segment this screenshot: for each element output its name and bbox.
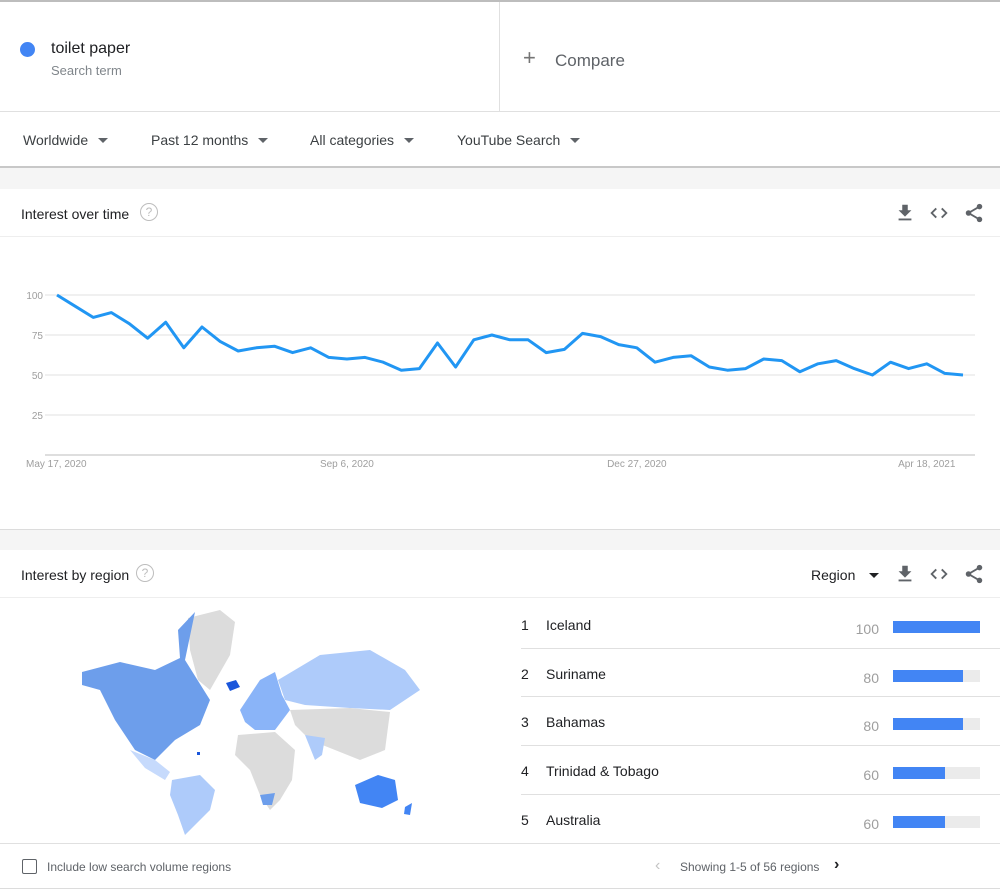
- x-tick-label: Apr 18, 2021: [898, 459, 956, 470]
- region-bar: [893, 815, 980, 828]
- interest-over-time-card: Interest over time ? 25 50 75 100 May 17, 20…: [0, 189, 1000, 530]
- region-value: 60: [863, 767, 879, 784]
- compare-button[interactable]: + Compare: [500, 2, 1000, 112]
- search-term-card[interactable]: toilet paper Search term: [0, 2, 500, 112]
- region-rank: 1: [521, 617, 529, 633]
- interest-over-time-chart[interactable]: 25 50 75 100 May 17, 2020 Sep 6, 2020 Dec 27, …: [0, 239, 1000, 529]
- dropdown-caret-icon: [258, 137, 269, 143]
- dropdown-caret-icon: [869, 572, 880, 578]
- download-icon[interactable]: [894, 563, 916, 585]
- x-tick-label: May 17, 2020: [26, 459, 87, 470]
- y-tick-label: 50: [32, 371, 44, 382]
- region-bar: [893, 621, 980, 633]
- region-bar-fill: [893, 669, 963, 682]
- map-region-iceland[interactable]: [226, 680, 240, 691]
- search-terms-bar: toilet paper Search term + Compare: [0, 0, 1000, 112]
- region-value: 80: [863, 718, 879, 735]
- region-bar: [893, 767, 980, 780]
- map-region-india[interactable]: [305, 735, 325, 760]
- low-volume-checkbox-label[interactable]: Include low search volume regions: [47, 860, 231, 874]
- share-icon[interactable]: [963, 563, 985, 585]
- x-tick-label: Dec 27, 2020: [607, 459, 667, 470]
- interest-by-region-card: Interest by region ? Region 1 Iceland 10…: [0, 550, 1000, 889]
- filter-search-type-label: YouTube Search: [457, 132, 561, 148]
- filter-search-type[interactable]: YouTube Search: [457, 132, 581, 148]
- filter-location-label: Worldwide: [23, 132, 89, 148]
- region-rank: 3: [521, 714, 529, 731]
- region-row[interactable]: 4 Trinidad & Tobago 60: [521, 746, 1000, 795]
- region-bar-fill: [893, 767, 946, 780]
- dropdown-caret-icon: [404, 137, 415, 143]
- map-region-australia[interactable]: [355, 775, 398, 808]
- help-icon[interactable]: ?: [136, 564, 154, 582]
- dropdown-caret-icon: [570, 137, 581, 143]
- map-region-asia[interactable]: [290, 708, 390, 760]
- map-region-suriname[interactable]: [197, 752, 200, 755]
- filter-time-range-label: Past 12 months: [151, 132, 249, 148]
- chevron-left-icon[interactable]: ‹: [655, 857, 660, 875]
- search-term-name[interactable]: toilet paper: [51, 40, 130, 58]
- region-value: 60: [863, 815, 879, 832]
- region-name[interactable]: Iceland: [546, 617, 591, 633]
- world-map[interactable]: [60, 600, 440, 840]
- region-row[interactable]: 2 Suriname 80: [521, 649, 1000, 698]
- y-tick-label: 100: [26, 291, 43, 302]
- region-name[interactable]: Australia: [546, 812, 600, 828]
- series-color-dot: [20, 42, 35, 57]
- region-row[interactable]: 1 Iceland 100: [521, 600, 1000, 649]
- dropdown-caret-icon: [98, 137, 109, 143]
- search-term-subtitle: Search term: [51, 63, 122, 78]
- resolution-dropdown[interactable]: Region: [811, 567, 880, 583]
- card-title: Interest by region: [21, 567, 130, 583]
- filter-location[interactable]: Worldwide: [23, 132, 109, 148]
- plus-icon: +: [523, 45, 536, 70]
- help-icon[interactable]: ?: [140, 203, 158, 221]
- pager-text: Showing 1-5 of 56 regions: [680, 860, 820, 874]
- region-bar: [893, 669, 980, 682]
- region-name[interactable]: Suriname: [546, 666, 606, 682]
- card-title: Interest over time: [21, 206, 130, 222]
- region-bar-fill: [893, 718, 963, 731]
- filter-time-range[interactable]: Past 12 months: [151, 132, 269, 148]
- region-footer: Include low search volume regions ‹ Show…: [0, 843, 1000, 889]
- region-value: 100: [855, 621, 879, 637]
- resolution-label: Region: [811, 567, 856, 583]
- region-row[interactable]: 5 Australia 60: [521, 795, 1000, 844]
- compare-label: Compare: [555, 51, 625, 70]
- region-bar-fill: [893, 621, 980, 633]
- card-header: Interest by region ? Region: [0, 550, 1000, 598]
- region-rank: 4: [521, 763, 529, 780]
- region-rank: 2: [521, 665, 529, 682]
- x-tick-label: Sep 6, 2020: [320, 459, 374, 470]
- filter-category[interactable]: All categories: [310, 132, 415, 148]
- card-header: Interest over time ?: [0, 189, 1000, 237]
- region-name[interactable]: Trinidad & Tobago: [546, 763, 659, 779]
- region-row[interactable]: 3 Bahamas 80: [521, 697, 1000, 747]
- region-bar-fill: [893, 815, 946, 828]
- embed-icon[interactable]: [928, 202, 950, 224]
- share-icon[interactable]: [963, 202, 985, 224]
- map-region-russia[interactable]: [278, 650, 420, 710]
- embed-icon[interactable]: [928, 563, 950, 585]
- filter-category-label: All categories: [310, 132, 395, 148]
- low-volume-checkbox[interactable]: [22, 859, 37, 874]
- y-tick-label: 75: [32, 331, 44, 342]
- filters-bar: Worldwide Past 12 months All categories …: [0, 112, 1000, 168]
- download-icon[interactable]: [894, 202, 916, 224]
- map-region-south-america[interactable]: [170, 775, 215, 835]
- region-bar: [893, 718, 980, 731]
- region-rank: 5: [521, 811, 529, 828]
- region-name[interactable]: Bahamas: [546, 714, 605, 730]
- region-value: 80: [863, 669, 879, 686]
- map-region-new-zealand[interactable]: [404, 803, 412, 815]
- chevron-right-icon[interactable]: ›: [834, 856, 839, 874]
- y-tick-label: 25: [32, 411, 44, 422]
- region-list: 1 Iceland 100 2 Suriname 80 3 Bahamas 80…: [521, 600, 1000, 843]
